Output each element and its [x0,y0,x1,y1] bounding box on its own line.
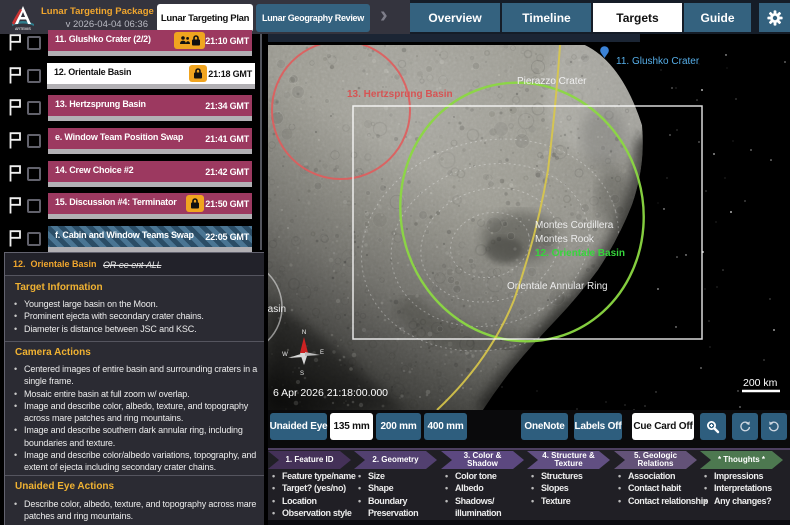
svg-text:Orientale Annular Ring: Orientale Annular Ring [507,281,608,292]
svg-text:Basin: Basin [268,304,286,315]
svg-text:200 km: 200 km [743,377,778,389]
svg-text:S: S [300,371,304,377]
svg-text:Montes Rook: Montes Rook [535,234,595,245]
svg-text:13. Hertzsprung Basin: 13. Hertzsprung Basin [347,89,453,100]
svg-text:N: N [302,330,306,336]
svg-text:E: E [320,350,324,356]
svg-text:W: W [282,352,288,358]
svg-text:Pierazzo Crater: Pierazzo Crater [517,76,587,87]
svg-text:6 Apr 2026 21:18:00.000: 6 Apr 2026 21:18:00.000 [273,387,388,399]
svg-text:Montes Cordillera: Montes Cordillera [535,220,614,231]
svg-text:12. Orientale Basin: 12. Orientale Basin [535,248,625,259]
svg-text:11. Glushko Crater: 11. Glushko Crater [616,56,700,67]
